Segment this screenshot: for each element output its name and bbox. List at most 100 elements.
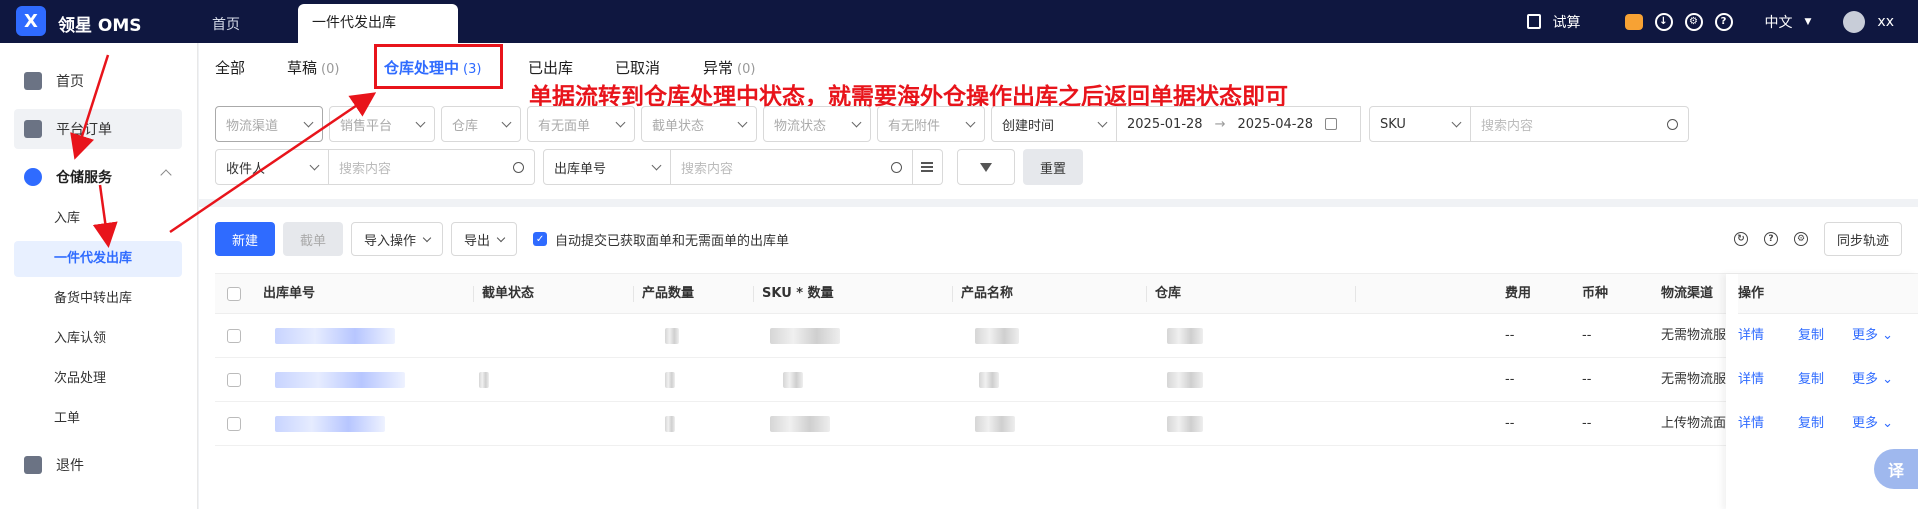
sidebar-item-home[interactable]: 首页 <box>14 61 182 101</box>
robot-icon[interactable] <box>1624 13 1643 30</box>
download-icon[interactable]: ↓ <box>1654 12 1673 31</box>
more-dropdown[interactable]: 更多 ⌄ <box>1852 314 1893 358</box>
import-button[interactable]: 导入操作 <box>351 222 444 256</box>
warehouse-select[interactable]: 仓库 <box>441 106 521 142</box>
col-order-no: 出库单号 <box>263 286 316 301</box>
new-button[interactable]: 新建 <box>215 222 275 256</box>
top-bar: X 领星 OMS 首页 一件代发出库 试算 ↓ ⚙ ? 中文 ▼ xx <box>0 0 1918 43</box>
search-icon[interactable] <box>1667 118 1678 130</box>
sku-search-input[interactable]: 搜索内容 <box>1471 106 1689 142</box>
sidebar-item-warehouse-service[interactable]: 仓储服务 <box>14 157 182 197</box>
order-no-search-input[interactable]: 搜索内容 <box>671 149 913 185</box>
fee-value: -- <box>1505 416 1515 431</box>
sidebar-sub-inbound[interactable]: 入库 <box>14 201 182 237</box>
chevron-down-icon: ⌄ <box>1878 416 1894 431</box>
copy-link[interactable]: 复制 <box>1798 314 1824 358</box>
tab-dropship-outbound[interactable]: 一件代发出库 <box>298 4 458 43</box>
list-card: 新建 截单 导入操作 导出 ✓ 自动提交已获取面单和无需面单的出库单 ↻ ? ⚙… <box>199 207 1918 509</box>
tab-all[interactable]: 全部 <box>215 57 249 83</box>
tab-home[interactable]: 首页 <box>198 12 254 45</box>
blurred-product-name <box>979 372 999 388</box>
search-icon[interactable] <box>513 161 524 173</box>
avatar[interactable] <box>1843 10 1866 33</box>
sidebar-sub-work-order[interactable]: 工单 <box>14 401 182 437</box>
sidebar-sub-defect-handling[interactable]: 次品处理 <box>14 361 182 397</box>
help-icon[interactable]: ? <box>1763 232 1778 246</box>
language-select[interactable]: 中文 <box>1765 12 1793 32</box>
filter-row-1: 物流渠道 销售平台 仓库 有无面单 截单状态 物流状态 有无附件 创建时间 20… <box>215 106 1697 142</box>
copy-link[interactable]: 复制 <box>1798 402 1824 446</box>
chevron-down-icon <box>422 233 432 242</box>
trial-calc-link[interactable]: 试算 <box>1553 12 1581 32</box>
chevron-up-icon <box>160 169 172 181</box>
blurred-cut-status <box>479 372 489 388</box>
translate-button[interactable]: 译 <box>1874 449 1918 489</box>
brand-name: 领星 OMS <box>58 16 142 36</box>
chevron-down-icon <box>651 160 662 170</box>
annotation-highlight-box <box>374 44 503 89</box>
has-attachment-select[interactable]: 有无附件 <box>877 106 985 142</box>
column-divider <box>633 286 634 302</box>
column-divider <box>473 286 474 302</box>
tab-draft[interactable]: 草稿 (0) <box>287 57 339 83</box>
receiver-search-input[interactable]: 搜索内容 <box>329 149 535 185</box>
help-icon[interactable]: ? <box>1714 12 1733 31</box>
row-checkbox[interactable] <box>227 329 241 343</box>
select-all-checkbox[interactable] <box>227 287 241 301</box>
sidebar-sub-transfer-outbound[interactable]: 备货中转出库 <box>14 281 182 317</box>
refresh-icon[interactable]: ↻ <box>1733 232 1748 246</box>
user-name[interactable]: xx <box>1877 14 1894 30</box>
blurred-sku-qty <box>770 416 830 432</box>
channel-select[interactable]: 物流渠道 <box>215 106 323 142</box>
logistics-status-select[interactable]: 物流状态 <box>763 106 871 142</box>
row-checkbox[interactable] <box>227 373 241 387</box>
chevron-down-icon: ⌄ <box>1878 328 1894 343</box>
receiver-select[interactable]: 收件人 <box>215 149 329 185</box>
sync-tracking-button[interactable]: 同步轨迹 <box>1823 222 1902 256</box>
cut-status-select[interactable]: 截单状态 <box>641 106 757 142</box>
blurred-order-no[interactable] <box>275 416 385 432</box>
copy-link[interactable]: 复制 <box>1798 358 1824 402</box>
blurred-product-qty <box>665 372 675 388</box>
reset-button[interactable]: 重置 <box>1023 149 1083 185</box>
currency-value: -- <box>1582 416 1592 431</box>
sku-field-select[interactable]: SKU <box>1369 106 1471 142</box>
export-button[interactable]: 导出 <box>451 222 518 256</box>
chevron-down-icon: ⌄ <box>1878 372 1894 387</box>
blurred-product-name <box>975 328 1019 344</box>
column-settings-icon[interactable]: ⚙ <box>1793 232 1808 246</box>
blurred-order-no[interactable] <box>275 372 405 388</box>
table-row: -- -- 上传物流面 <box>215 402 1918 446</box>
date-range-picker[interactable]: 2025-01-28 → 2025-04-28 <box>1117 106 1361 142</box>
more-dropdown[interactable]: 更多 ⌄ <box>1852 402 1893 446</box>
home-icon <box>24 72 42 90</box>
chevron-down-icon <box>496 233 506 242</box>
created-time-select[interactable]: 创建时间 <box>991 106 1117 142</box>
has-label-select[interactable]: 有无面单 <box>527 106 635 142</box>
column-divider <box>1146 286 1147 302</box>
calculator-icon[interactable] <box>1526 14 1541 29</box>
detail-link[interactable]: 详情 <box>1738 314 1764 358</box>
sidebar-item-platform-orders[interactable]: 平台订单 <box>14 109 182 149</box>
sidebar-item-returns[interactable]: 退件 <box>14 445 182 485</box>
search-icon[interactable] <box>891 161 902 173</box>
fee-value: -- <box>1505 328 1515 343</box>
batch-input-button[interactable] <box>913 149 943 185</box>
sidebar-sub-dropship-outbound[interactable]: 一件代发出库 <box>14 241 182 277</box>
sidebar-sub-inbound-claim[interactable]: 入库认领 <box>14 321 182 357</box>
chevron-down-icon[interactable]: ▼ <box>1805 17 1812 27</box>
detail-link[interactable]: 详情 <box>1738 358 1764 402</box>
blurred-warehouse <box>1167 416 1203 432</box>
filter-button[interactable] <box>957 149 1015 185</box>
platform-select[interactable]: 销售平台 <box>329 106 435 142</box>
detail-link[interactable]: 详情 <box>1738 402 1764 446</box>
auto-submit-checkbox[interactable]: ✓ <box>533 232 548 246</box>
blurred-order-no[interactable] <box>275 328 395 344</box>
cut-order-button[interactable]: 截单 <box>283 222 343 256</box>
gear-icon[interactable]: ⚙ <box>1684 12 1703 31</box>
return-box-icon <box>24 456 42 474</box>
row-checkbox[interactable] <box>227 417 241 431</box>
order-no-select[interactable]: 出库单号 <box>543 149 671 185</box>
more-dropdown[interactable]: 更多 ⌄ <box>1852 358 1893 402</box>
col-product-name: 产品名称 <box>961 286 1014 301</box>
